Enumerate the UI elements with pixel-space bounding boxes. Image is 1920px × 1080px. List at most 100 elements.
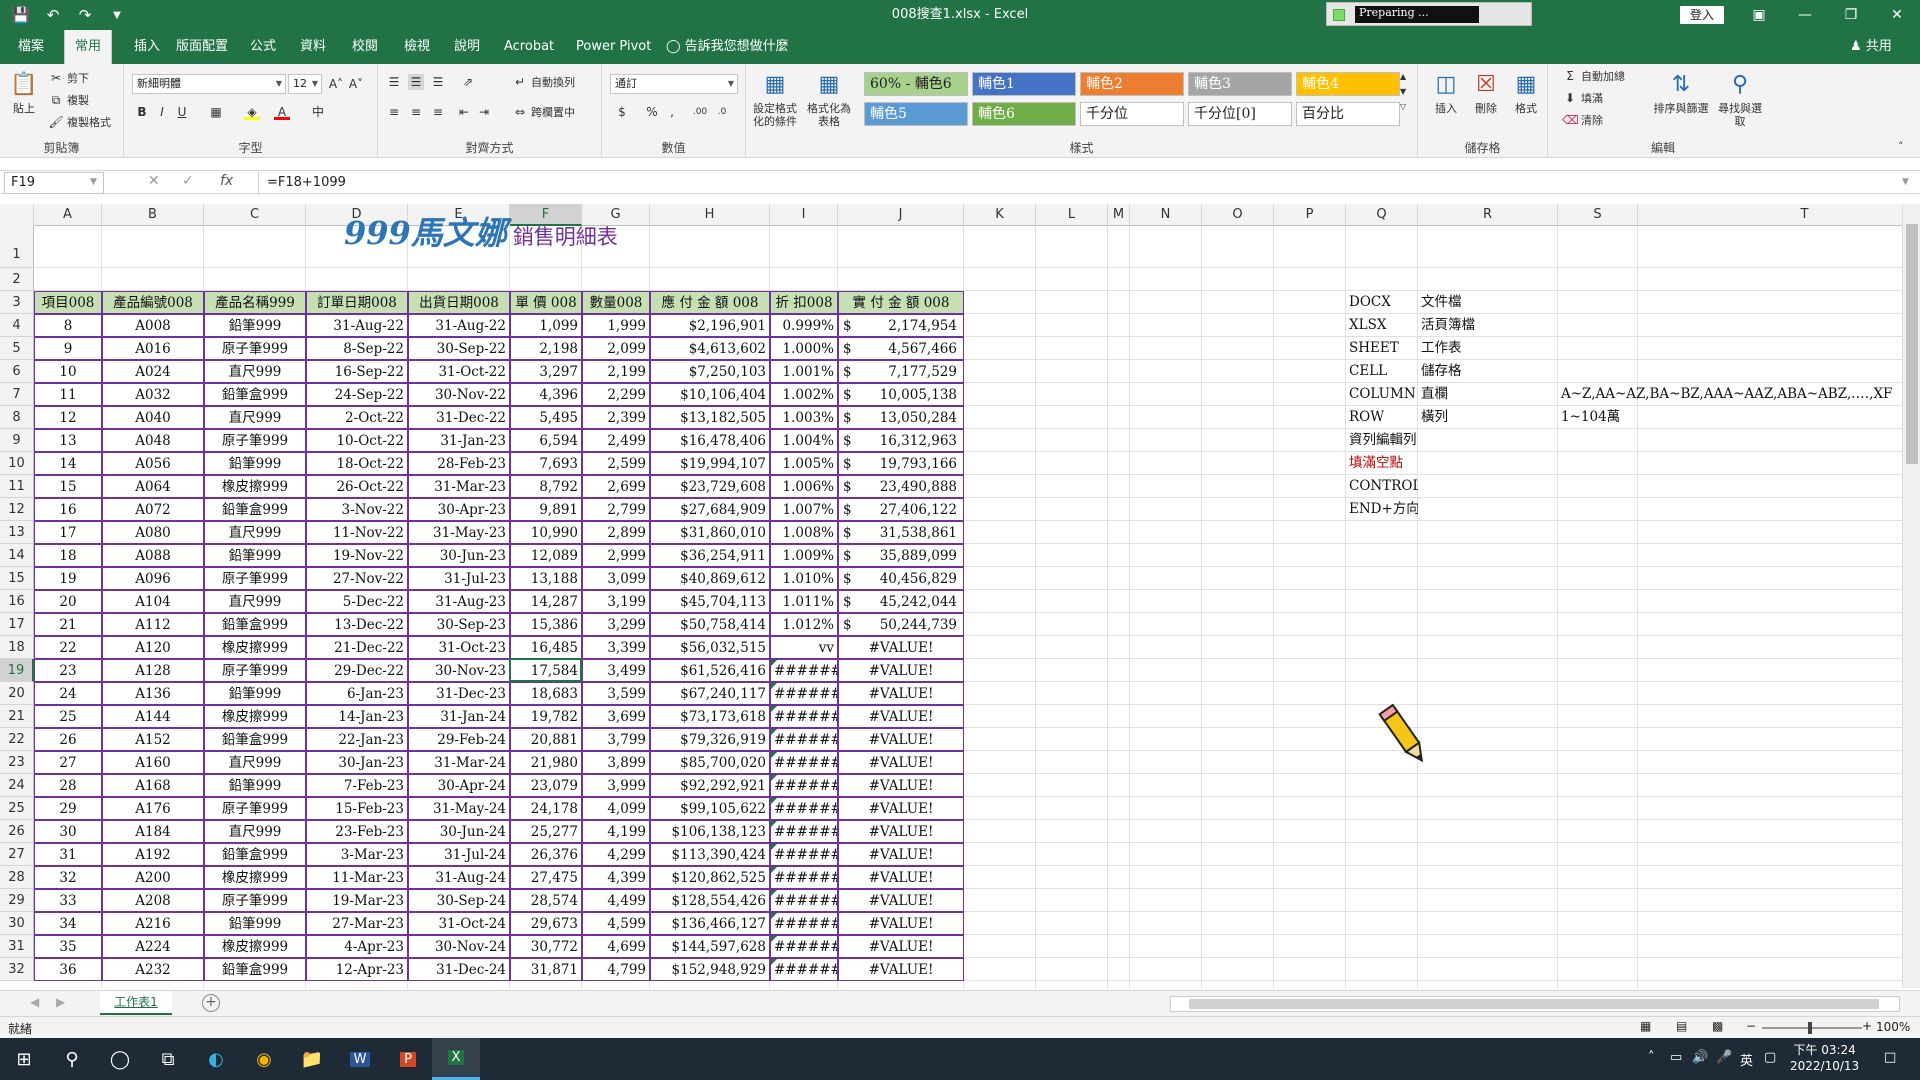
table-cell[interactable]: 1.002% — [770, 383, 838, 406]
table-cell[interactable]: 31-Oct-22 — [408, 360, 510, 383]
table-cell[interactable]: A176 — [102, 797, 204, 820]
cell-style-tile[interactable]: 輔色2 — [1080, 72, 1184, 96]
table-cell[interactable]: 14 — [34, 452, 102, 475]
table-cell[interactable]: 1,999 — [582, 314, 650, 337]
table-cell[interactable]: 14,287 — [510, 590, 582, 613]
table-cell[interactable]: 20,881 — [510, 728, 582, 751]
chrome-icon[interactable]: ◉ — [240, 1038, 288, 1080]
note-cell-s[interactable] — [1558, 291, 1920, 314]
row-header-9[interactable]: 9 — [0, 429, 34, 452]
table-cell[interactable]: 橡皮擦999 — [204, 866, 306, 889]
table-cell[interactable]: 22 — [34, 636, 102, 659]
table-header-cell[interactable]: 單 價 008 — [510, 291, 582, 314]
table-cell[interactable]: 27-Nov-22 — [306, 567, 408, 590]
table-cell[interactable]: #VALUE! — [838, 843, 964, 866]
note-cell-s[interactable] — [1558, 498, 1920, 521]
table-cell[interactable]: $50,244,739 — [838, 613, 964, 636]
tab-page-layout[interactable]: 版面配置 — [168, 30, 236, 64]
table-cell[interactable]: 27,475 — [510, 866, 582, 889]
table-cell[interactable]: ####### — [770, 751, 838, 774]
table-cell[interactable]: 19-Mar-23 — [306, 889, 408, 912]
table-cell[interactable]: #VALUE! — [838, 889, 964, 912]
table-cell[interactable]: $144,597,628 — [650, 935, 770, 958]
table-cell[interactable]: ####### — [770, 705, 838, 728]
underline-button[interactable]: U — [174, 104, 190, 120]
clear-button[interactable]: ⌫ 清除 — [1562, 112, 1603, 128]
table-cell[interactable]: 27-Mar-23 — [306, 912, 408, 935]
table-cell[interactable]: A152 — [102, 728, 204, 751]
restore-button[interactable]: ❐ — [1828, 0, 1874, 30]
bold-button[interactable]: B — [134, 104, 150, 120]
page-layout-view-icon[interactable]: ▤ — [1676, 1019, 1687, 1033]
table-cell[interactable]: $128,554,426 — [650, 889, 770, 912]
sheet-title[interactable]: 999馬文娜 銷售明細表 — [344, 208, 618, 254]
cut-button[interactable]: ✂ 剪下 — [48, 70, 89, 86]
table-cell[interactable]: 鉛筆999 — [204, 682, 306, 705]
table-cell[interactable]: $40,456,829 — [838, 567, 964, 590]
italic-button[interactable]: I — [154, 104, 170, 120]
cortana-icon[interactable]: ◯ — [96, 1038, 144, 1080]
table-cell[interactable]: ####### — [770, 820, 838, 843]
table-cell[interactable]: 13 — [34, 429, 102, 452]
note-cell-r[interactable]: 橫列 — [1418, 406, 1558, 429]
column-header-H[interactable]: H — [650, 204, 770, 226]
table-cell[interactable]: 30-Jan-23 — [306, 751, 408, 774]
table-cell[interactable]: 30,772 — [510, 935, 582, 958]
table-cell[interactable]: 1.005% — [770, 452, 838, 475]
table-cell[interactable]: $27,684,909 — [650, 498, 770, 521]
table-cell[interactable]: 2,699 — [582, 475, 650, 498]
table-cell[interactable]: 31-Aug-22 — [306, 314, 408, 337]
note-cell-q[interactable]: DOCX — [1346, 291, 1418, 314]
row-header-8[interactable]: 8 — [0, 406, 34, 429]
table-cell[interactable]: 18-Oct-22 — [306, 452, 408, 475]
row-header-26[interactable]: 26 — [0, 820, 34, 843]
table-cell[interactable]: A072 — [102, 498, 204, 521]
table-cell[interactable]: 原子筆999 — [204, 567, 306, 590]
table-cell[interactable]: #VALUE! — [838, 820, 964, 843]
table-cell[interactable]: 31-Jul-24 — [408, 843, 510, 866]
table-cell[interactable]: A136 — [102, 682, 204, 705]
table-cell[interactable]: 9 — [34, 337, 102, 360]
row-header-20[interactable]: 20 — [0, 682, 34, 705]
table-cell[interactable]: 31-May-24 — [408, 797, 510, 820]
table-cell[interactable]: #VALUE! — [838, 636, 964, 659]
table-cell[interactable]: 1.004% — [770, 429, 838, 452]
table-cell[interactable]: 8 — [34, 314, 102, 337]
table-cell[interactable]: 25 — [34, 705, 102, 728]
collapse-ribbon-icon[interactable]: ˄ — [1898, 140, 1904, 153]
borders-button[interactable]: ▦ — [208, 104, 224, 120]
table-cell[interactable]: $7,177,529 — [838, 360, 964, 383]
row-header-19[interactable]: 19 — [0, 659, 34, 682]
table-cell[interactable]: #VALUE! — [838, 659, 964, 682]
file-explorer-icon[interactable]: 📁 — [288, 1038, 336, 1080]
table-cell[interactable]: $73,173,618 — [650, 705, 770, 728]
table-cell[interactable]: 15,386 — [510, 613, 582, 636]
table-cell[interactable]: 12 — [34, 406, 102, 429]
table-cell[interactable]: 28,574 — [510, 889, 582, 912]
normal-view-icon[interactable]: ▦ — [1640, 1019, 1651, 1033]
edge-icon[interactable]: ◐ — [192, 1038, 240, 1080]
table-cell[interactable]: 鉛筆999 — [204, 452, 306, 475]
table-cell[interactable]: 19-Nov-22 — [306, 544, 408, 567]
zoom-slider[interactable] — [1762, 1022, 1862, 1034]
table-cell[interactable]: 3,499 — [582, 659, 650, 682]
row-header-23[interactable]: 23 — [0, 751, 34, 774]
table-cell[interactable]: $67,240,117 — [650, 682, 770, 705]
vertical-scrollbar[interactable] — [1902, 204, 1920, 988]
note-cell-q[interactable]: ROW — [1346, 406, 1418, 429]
note-cell-r[interactable]: 文件檔 — [1418, 291, 1558, 314]
table-cell[interactable]: 25,277 — [510, 820, 582, 843]
align-bottom-button[interactable]: ☰ — [430, 74, 446, 90]
table-cell[interactable]: #VALUE! — [838, 705, 964, 728]
fill-color-button[interactable]: ◈ — [244, 104, 260, 120]
table-header-cell[interactable]: 訂單日期008 — [306, 291, 408, 314]
word-icon[interactable]: W — [336, 1038, 384, 1080]
table-cell[interactable]: $27,406,122 — [838, 498, 964, 521]
table-cell[interactable]: 14-Jan-23 — [306, 705, 408, 728]
table-cell[interactable]: 30-Sep-22 — [408, 337, 510, 360]
table-cell[interactable]: vv — [770, 636, 838, 659]
table-cell[interactable]: 32 — [34, 866, 102, 889]
table-cell[interactable]: ####### — [770, 682, 838, 705]
table-cell[interactable]: A040 — [102, 406, 204, 429]
row-header-16[interactable]: 16 — [0, 590, 34, 613]
